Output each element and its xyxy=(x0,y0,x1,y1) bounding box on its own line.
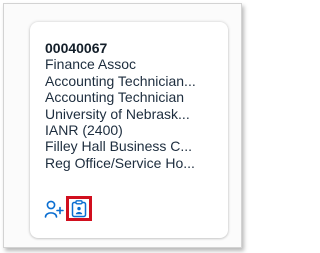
add-person-icon xyxy=(44,200,64,218)
department: IANR (2400) xyxy=(45,122,123,139)
card-content: 00040067 Finance Assoc Accounting Techni… xyxy=(45,40,220,171)
org-assignment-button[interactable] xyxy=(66,196,92,221)
position-id: 00040067 xyxy=(45,40,108,56)
position-card[interactable]: 00040067 Finance Assoc Accounting Techni… xyxy=(30,22,228,238)
screenshot-frame: 00040067 Finance Assoc Accounting Techni… xyxy=(3,3,242,248)
organization: University of Nebrask... xyxy=(45,105,190,122)
position-title: Finance Assoc xyxy=(45,56,137,73)
location: Filley Hall Business C... xyxy=(45,138,193,155)
add-person-button[interactable] xyxy=(42,196,66,222)
job-name: Accounting Technician... xyxy=(45,72,196,89)
org-assignment-icon xyxy=(71,199,87,217)
job-title: Accounting Technician xyxy=(45,89,185,106)
office-type: Reg Office/Service Ho... xyxy=(45,154,195,171)
